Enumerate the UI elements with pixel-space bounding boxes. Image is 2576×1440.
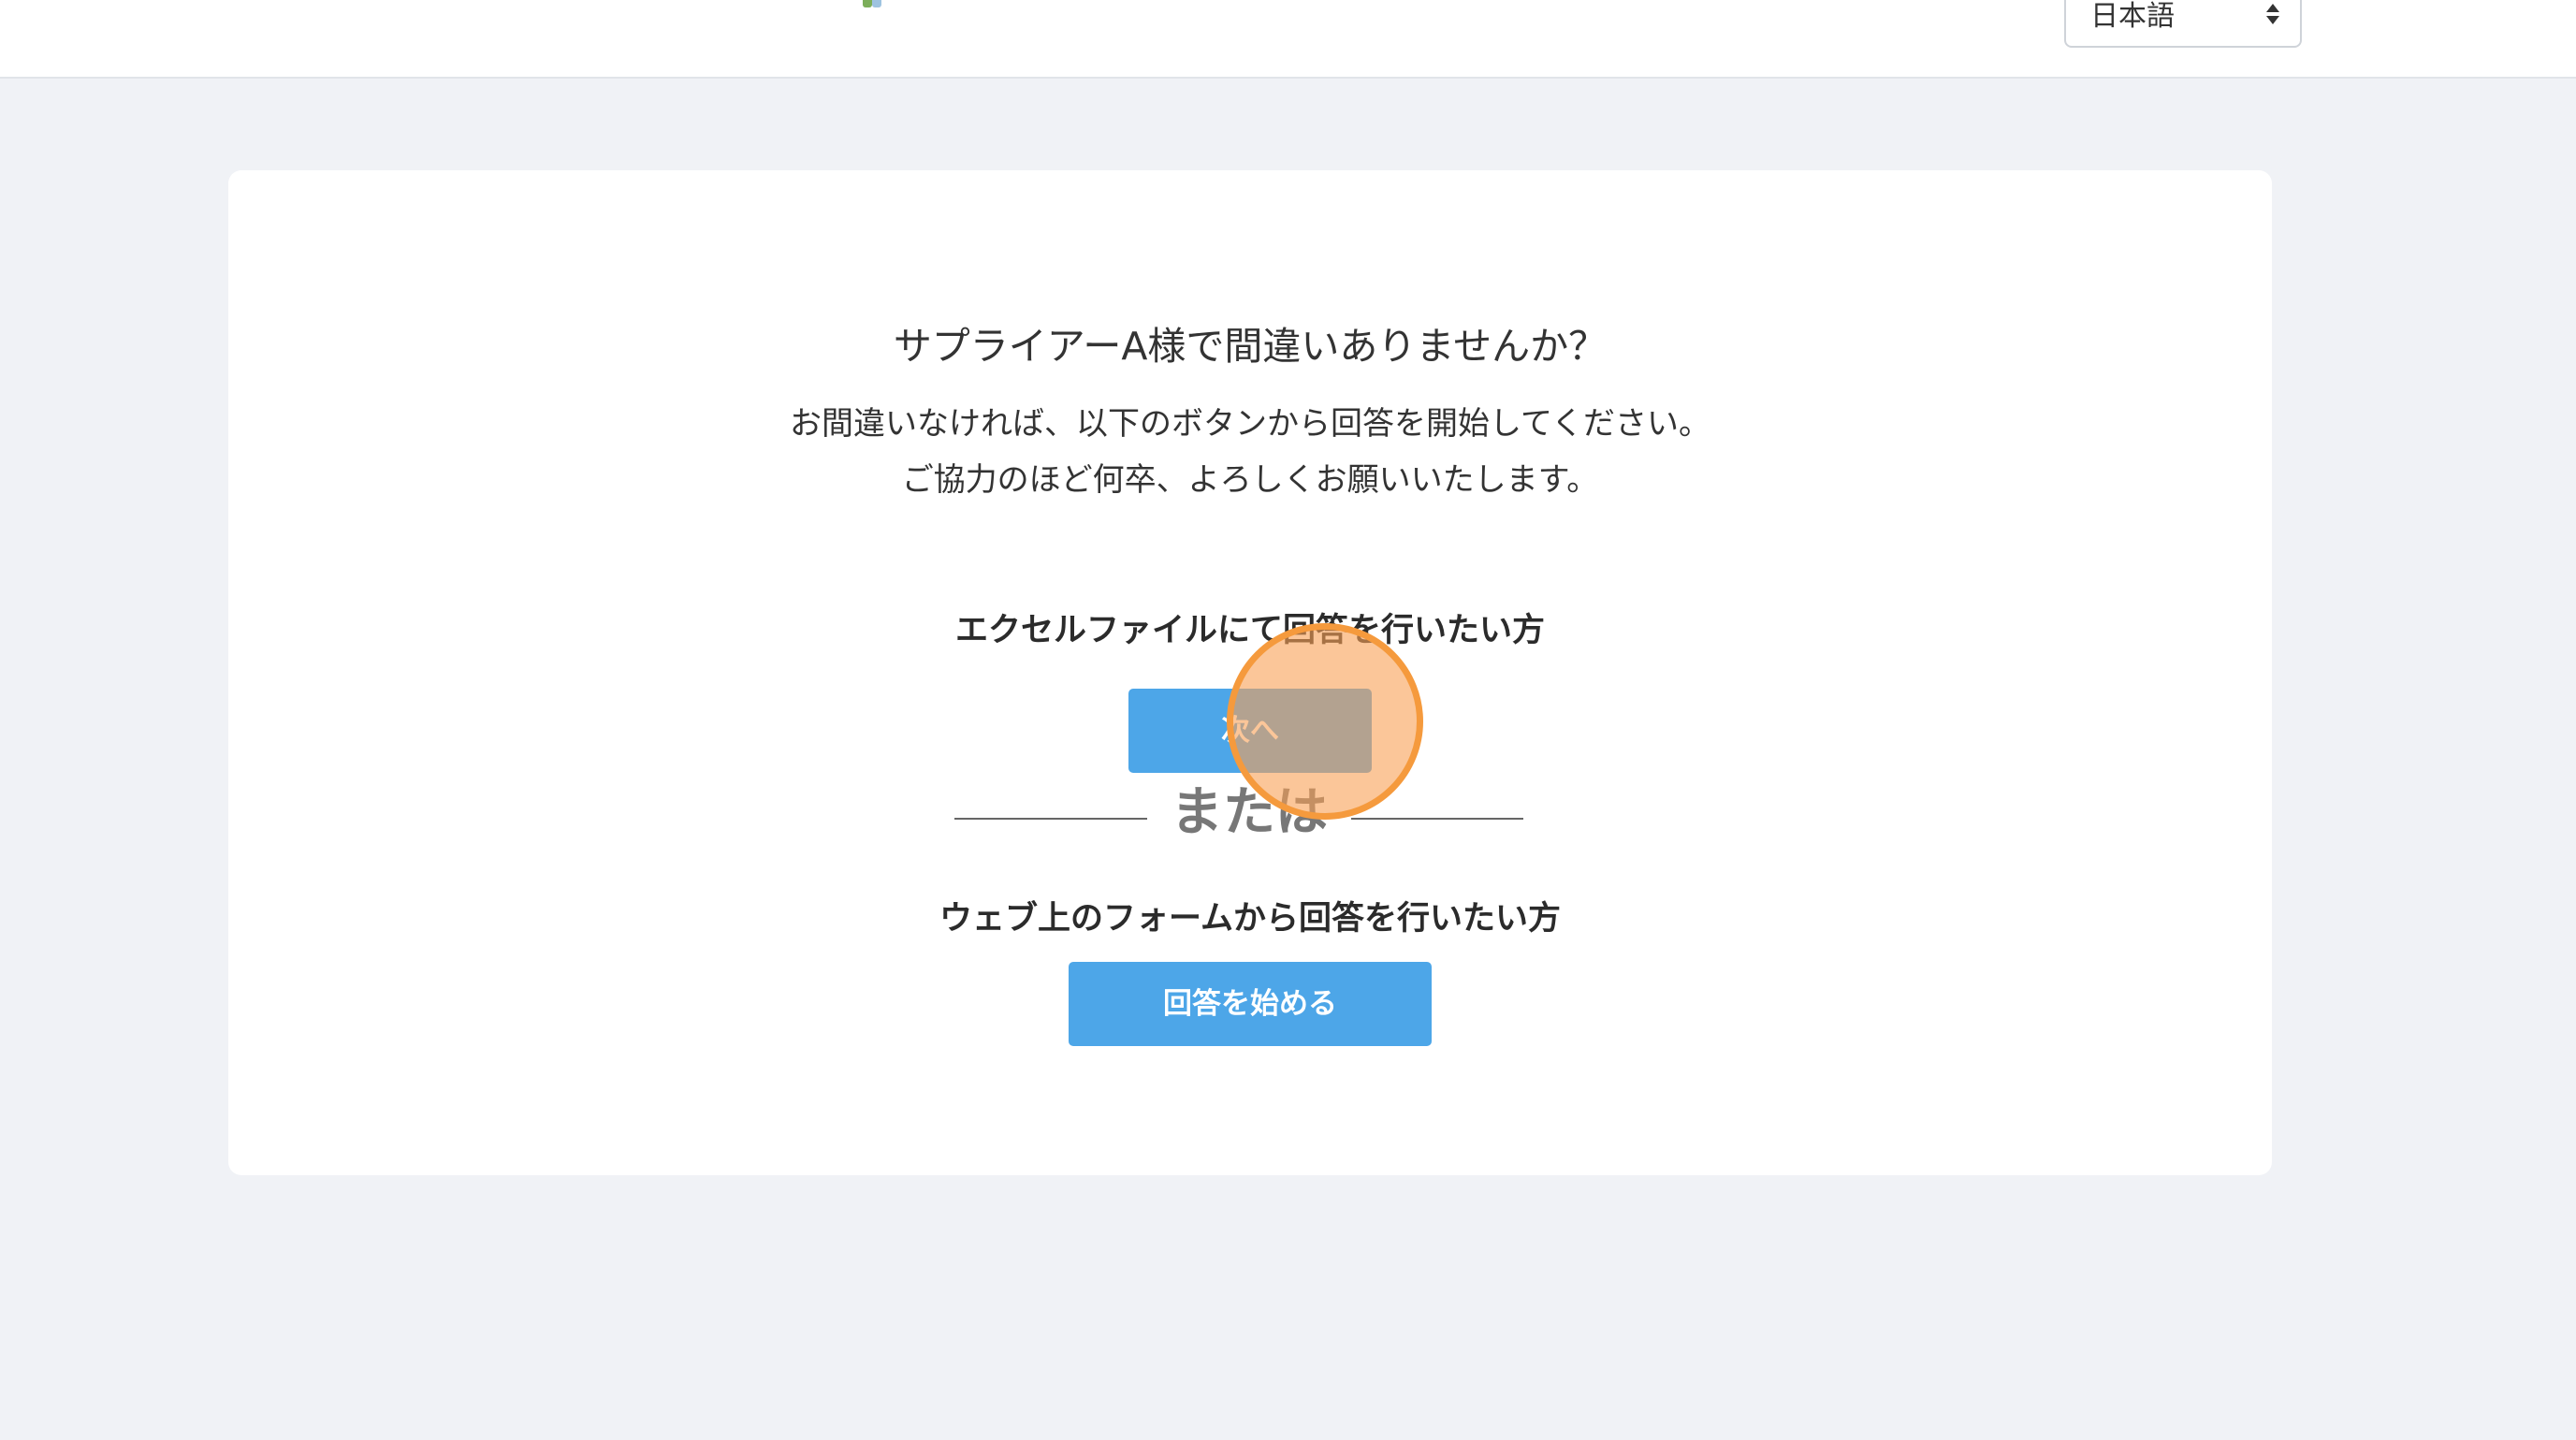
divider-line-right [1351,818,1523,820]
instruction-line-2: ご協力のほど何卒、よろしくお願いいたします。 [901,461,1599,499]
excel-section-heading: エクセルファイルにて回答を行いたい方 [954,612,1545,649]
web-form-section-heading: ウェブ上のフォームから回答を行いたい方 [939,900,1561,938]
language-select[interactable]: 日本語 [2064,0,2302,48]
start-answer-button[interactable]: 回答を始める [1069,962,1432,1046]
top-header: 日本語 [0,0,2576,79]
next-button[interactable]: 次へ [1128,689,1372,773]
broken-logo-image [861,0,893,9]
select-arrows-icon [2266,4,2279,26]
or-divider-label: または [1171,782,1328,843]
language-select-value: 日本語 [2090,0,2175,33]
confirmation-card: サプライアーA様で間違いありませんか？ お間違いなければ、以下のボタンから回答を… [228,170,2272,1175]
confirm-title: サプライアーA様で間違いありませんか？ [893,324,1608,369]
divider-line-left [954,818,1147,820]
instruction-line-1: お間違いなければ、以下のボタンから回答を開始してください。 [790,405,1710,443]
